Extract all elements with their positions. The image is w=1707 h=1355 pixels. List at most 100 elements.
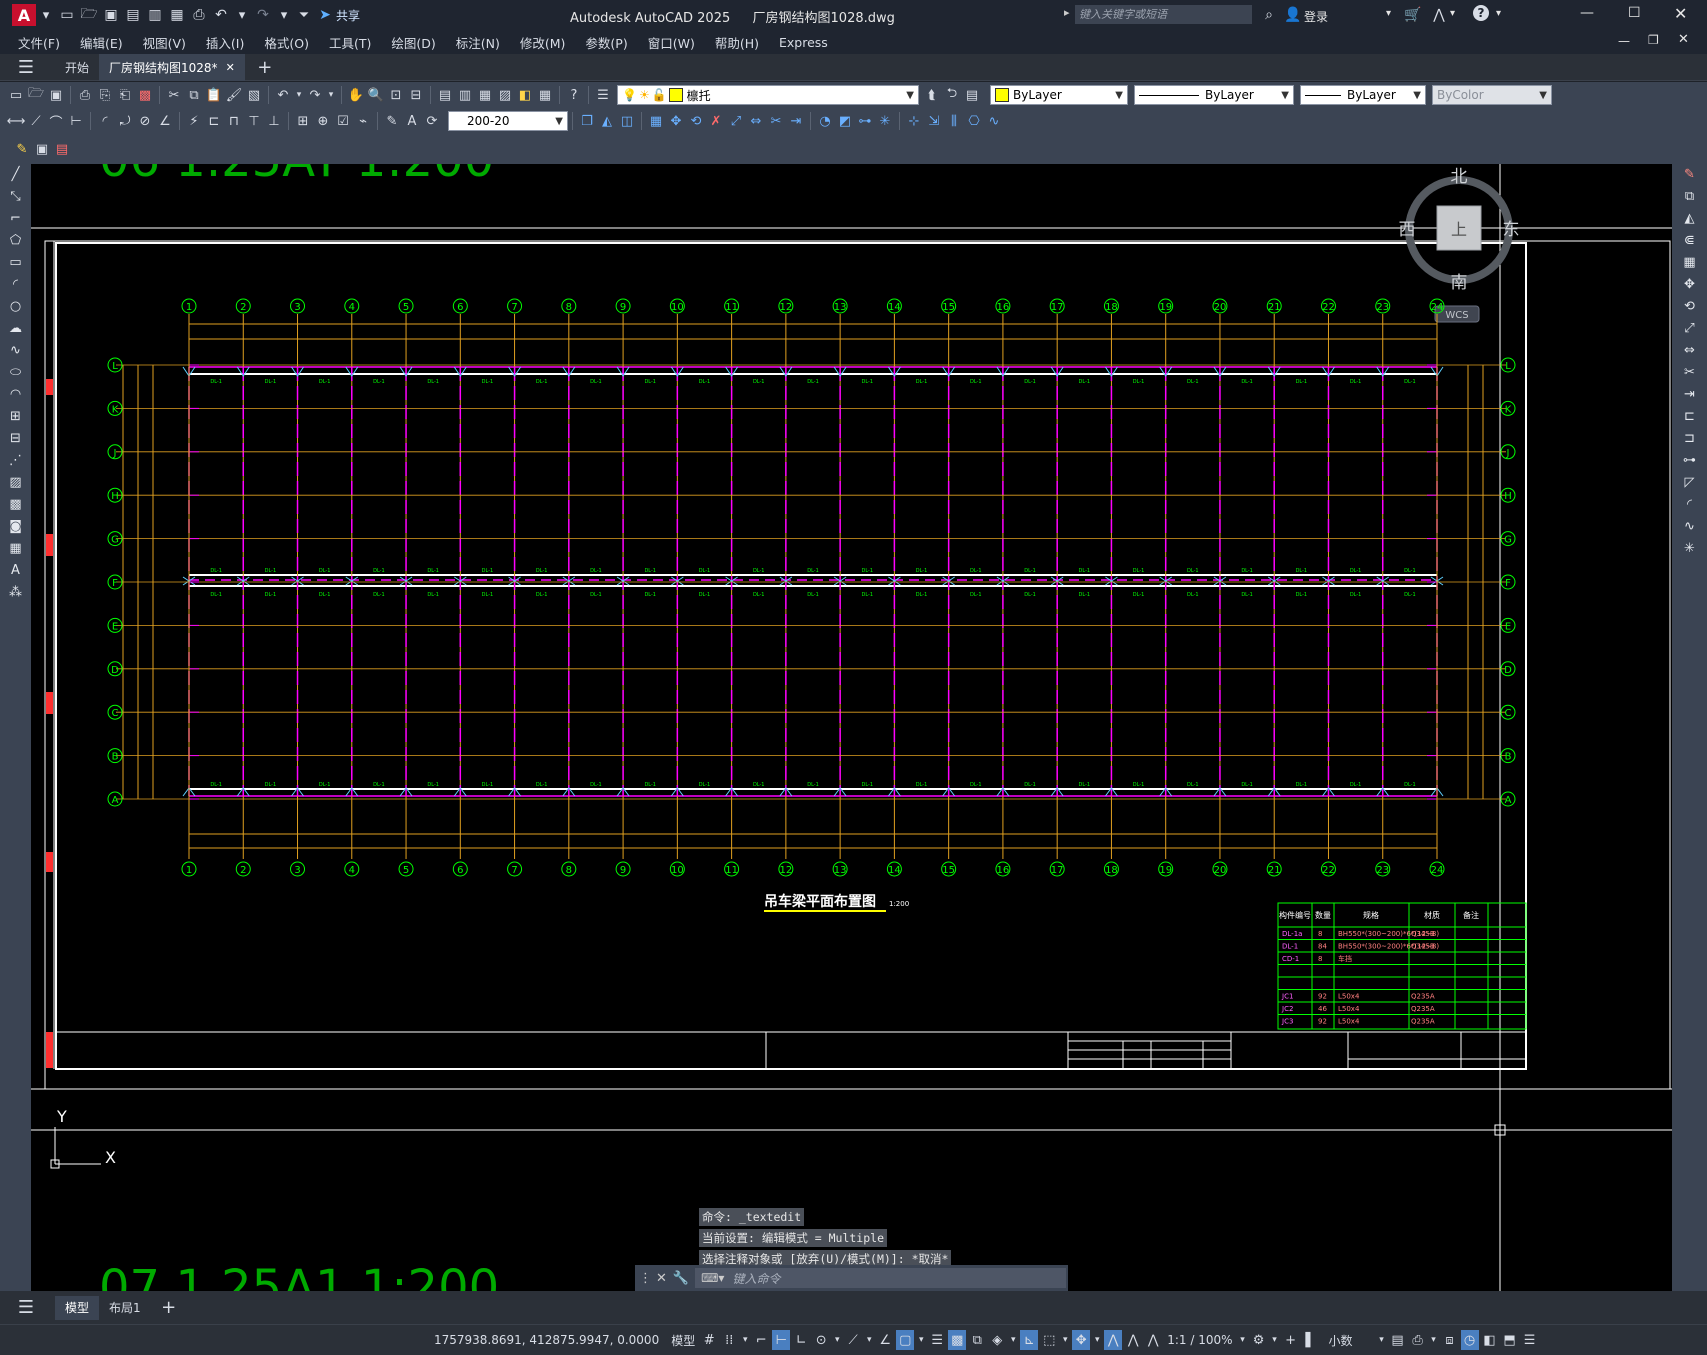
cmd-grip-icon[interactable]: ⋮ — [639, 1271, 652, 1286]
tb-sheetset-icon[interactable]: ▨ — [496, 85, 514, 105]
dim-diameter-icon[interactable]: ⊘ — [136, 111, 154, 131]
gizmo-icon[interactable]: ✥ — [1072, 1330, 1091, 1350]
dim-center-icon[interactable]: ⊕ — [314, 111, 332, 131]
mtext-icon[interactable]: A — [0, 560, 31, 582]
dim-aligned-icon[interactable]: ⟋ — [27, 111, 45, 131]
doc-minimize-button[interactable]: — — [1618, 34, 1630, 48]
tab-layout1[interactable]: 布局1 — [99, 1296, 151, 1320]
undo-icon[interactable]: ↶ — [211, 5, 231, 25]
3dosnap-dropdown-icon[interactable]: ▾ — [1008, 1330, 1018, 1350]
draw-point-icon[interactable]: ⋰ — [0, 450, 31, 472]
tb-matchprop-icon[interactable]: 🖌 — [225, 85, 243, 105]
tb-open-icon[interactable]: 🗁 — [27, 85, 45, 105]
search-input[interactable]: 键入关键字或短语 — [1075, 5, 1252, 24]
tb-plot-icon[interactable]: ⎙ — [76, 85, 94, 105]
share-button[interactable]: 共享 — [336, 7, 360, 24]
mod-mirror-icon[interactable]: ◭ — [598, 111, 616, 131]
dim-linear-icon[interactable]: ⟷ — [7, 111, 26, 131]
osnap-dropdown-icon[interactable]: ▾ — [916, 1330, 926, 1350]
mod-fillet-icon[interactable]: ◔ — [816, 111, 834, 131]
app-dropdown-icon[interactable]: ▾ — [1450, 8, 1455, 19]
draw-revcloud-icon[interactable]: ☁ — [0, 318, 31, 340]
model-space-toggle[interactable]: 模型 — [671, 1332, 695, 1349]
dimstyle-dropdown[interactable]: 200-20 ▼ — [448, 111, 568, 131]
layout-menu-icon[interactable]: ☰ — [16, 1297, 36, 1318]
layer-on-icon[interactable]: 💡 — [622, 88, 637, 102]
units-icon[interactable]: ▌ — [1302, 1330, 1320, 1350]
maximize-button[interactable]: ☐ — [1628, 5, 1641, 21]
r-erase-icon[interactable]: ✎ — [1672, 164, 1707, 186]
make-block-icon[interactable]: ⊟ — [0, 428, 31, 450]
mod-copy-icon[interactable]: ❐ — [578, 111, 596, 131]
r-fillet-icon[interactable]: ◜ — [1672, 494, 1707, 516]
share-icon[interactable]: ➤ — [315, 5, 335, 25]
linetype-dropdown[interactable]: ByLayer ▼ — [1134, 85, 1294, 105]
r-rotate-icon[interactable]: ⟲ — [1672, 296, 1707, 318]
customize-status-icon[interactable]: ☰ — [1521, 1330, 1539, 1350]
new-layout-icon[interactable]: + — [159, 1297, 179, 1318]
mod-rotate-icon[interactable]: ⟲ — [687, 111, 705, 131]
tb-layer-prev-icon[interactable]: ⮌ — [943, 85, 961, 105]
mod-splinedit-icon[interactable]: ∿ — [985, 111, 1003, 131]
draw-spline-icon[interactable]: ∿ — [0, 340, 31, 362]
iso-dropdown-icon[interactable]: ▾ — [864, 1330, 874, 1350]
selection-cycling-icon[interactable]: ⧉ — [968, 1330, 986, 1350]
r-stretch-icon[interactable]: ⇔ — [1672, 340, 1707, 362]
color-dropdown[interactable]: ByLayer ▼ — [990, 85, 1128, 105]
tb-undo-icon[interactable]: ↶ — [274, 85, 292, 105]
tb-layermerge-icon[interactable]: ▤ — [53, 139, 71, 159]
polar-icon[interactable]: ⊙ — [812, 1330, 830, 1350]
hardware-accel-icon[interactable]: ◷ — [1460, 1330, 1479, 1350]
gizmo-dropdown-icon[interactable]: ▾ — [1092, 1330, 1102, 1350]
draw-ellipse-arc-icon[interactable]: ◠ — [0, 384, 31, 406]
grid-icon[interactable]: # — [700, 1330, 718, 1350]
r-chamfer-icon[interactable]: ◸ — [1672, 472, 1707, 494]
tb-preview-icon[interactable]: ⎘ — [96, 85, 114, 105]
mod-extend-icon[interactable]: ⇥ — [787, 111, 805, 131]
mod-scale-icon[interactable]: ⤢ — [727, 111, 745, 131]
new-file-icon[interactable]: ▭ — [57, 5, 77, 25]
r-extend-icon[interactable]: ⇥ — [1672, 384, 1707, 406]
r-blend-icon[interactable]: ∿ — [1672, 516, 1707, 538]
mod-array-icon[interactable]: ▦ — [647, 111, 665, 131]
app-menu-chevron-icon[interactable]: ▾ — [37, 5, 55, 25]
layer-lock-icon[interactable]: 🔓 — [652, 88, 667, 102]
mod-pedit-icon[interactable]: ⎔ — [965, 111, 983, 131]
cmd-close-icon[interactable]: ✕ — [656, 1271, 667, 1286]
tb-properties-icon[interactable]: ▤ — [436, 85, 454, 105]
mod-stretch-icon[interactable]: ⇔ — [747, 111, 765, 131]
dim-quick-icon[interactable]: ⚡ — [185, 111, 203, 131]
login-button[interactable]: 登录 — [1304, 8, 1328, 25]
snap-dropdown-icon[interactable]: ▾ — [740, 1330, 750, 1350]
tb-paste-icon[interactable]: 📋 — [205, 85, 223, 105]
dim-tolerance-icon[interactable]: ⊞ — [294, 111, 312, 131]
region-icon[interactable]: ◙ — [0, 516, 31, 538]
autocad-logo-icon[interactable]: A — [12, 4, 36, 26]
layer-freeze-icon[interactable]: ☀ — [639, 88, 650, 102]
r-mirror-icon[interactable]: ◭ — [1672, 208, 1707, 230]
save-web-icon[interactable]: ▦ — [167, 5, 187, 25]
tab-model[interactable]: 模型 — [55, 1295, 100, 1320]
draw-polygon-icon[interactable]: ⬠ — [0, 230, 31, 252]
tb-copy-icon[interactable]: ⧉ — [185, 85, 203, 105]
workspace-gear-icon[interactable]: ⚙ — [1250, 1330, 1268, 1350]
cmd-customize-icon[interactable]: 🔧 — [673, 1271, 689, 1286]
plotstyle-dropdown[interactable]: ByColor ▼ — [1432, 85, 1552, 105]
r-array-icon[interactable]: ▦ — [1672, 252, 1707, 274]
search-expand-icon[interactable]: ▸ — [1064, 6, 1070, 19]
menu-draw[interactable]: 绘图(D) — [391, 33, 435, 52]
layer-dropdown[interactable]: 💡 ☀ 🔓 檩托 ▼ — [617, 85, 919, 105]
menu-format[interactable]: 格式(O) — [264, 33, 309, 52]
mod-trim-icon[interactable]: ✂ — [767, 111, 785, 131]
tb-help-icon[interactable]: ? — [565, 85, 583, 105]
autodesk-app-icon[interactable]: ⋀ — [1429, 5, 1449, 25]
workspace-dropdown-icon[interactable]: ▾ — [1270, 1330, 1280, 1350]
menu-dimension[interactable]: 标注(N) — [456, 33, 500, 52]
tab-close-icon[interactable]: ✕ — [226, 61, 235, 74]
hamburger-menu-icon[interactable]: ☰ — [16, 57, 36, 78]
dim-radius-icon[interactable]: ◜ — [96, 111, 114, 131]
gradient-icon[interactable]: ▩ — [0, 494, 31, 516]
undo-dropdown-icon[interactable]: ▾ — [233, 5, 251, 25]
3dosnap-icon[interactable]: ◈ — [988, 1330, 1006, 1350]
r-scale-icon[interactable]: ⤢ — [1672, 318, 1707, 340]
